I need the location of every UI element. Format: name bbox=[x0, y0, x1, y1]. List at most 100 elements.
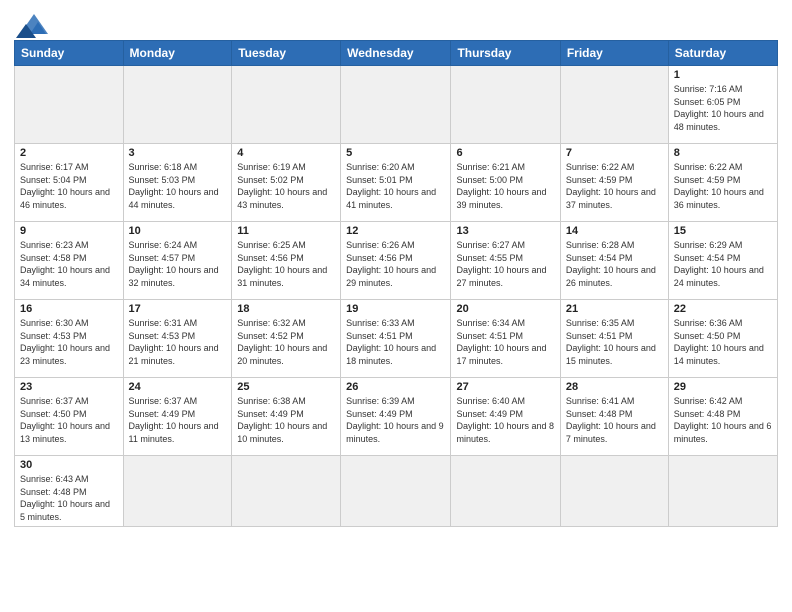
calendar-cell: 23 Sunrise: 6:37 AM Sunset: 4:50 PM Dayli… bbox=[15, 378, 124, 456]
day-info: Sunrise: 6:43 AM Sunset: 4:48 PM Dayligh… bbox=[20, 473, 118, 523]
day-number: 19 bbox=[346, 303, 445, 315]
day-info: Sunrise: 6:22 AM Sunset: 4:59 PM Dayligh… bbox=[566, 161, 663, 211]
calendar-cell bbox=[341, 66, 451, 144]
day-number: 24 bbox=[129, 381, 227, 393]
logo-icon bbox=[16, 10, 52, 38]
calendar-cell bbox=[560, 456, 668, 527]
calendar-cell: 5Sunrise: 6:20 AM Sunset: 5:01 PM Daylig… bbox=[341, 144, 451, 222]
day-info: Sunrise: 6:31 AM Sunset: 4:53 PM Dayligh… bbox=[129, 317, 227, 367]
weekday-header-monday: Monday bbox=[123, 41, 232, 66]
day-number: 9 bbox=[20, 225, 118, 237]
calendar-week-row: 2Sunrise: 6:17 AM Sunset: 5:04 PM Daylig… bbox=[15, 144, 778, 222]
day-number: 3 bbox=[129, 147, 227, 159]
calendar-week-row: 9 Sunrise: 6:23 AM Sunset: 4:58 PM Daylig… bbox=[15, 222, 778, 300]
day-number: 12 bbox=[346, 225, 445, 237]
calendar-cell bbox=[232, 66, 341, 144]
day-number: 1 bbox=[674, 69, 772, 81]
calendar-cell: 8 Sunrise: 6:22 AM Sunset: 4:59 PM Daylig… bbox=[668, 144, 777, 222]
calendar-cell: 29Sunrise: 6:42 AM Sunset: 4:48 PM Dayli… bbox=[668, 378, 777, 456]
day-number: 21 bbox=[566, 303, 663, 315]
day-number: 8 bbox=[674, 147, 772, 159]
calendar-cell: 9 Sunrise: 6:23 AM Sunset: 4:58 PM Daylig… bbox=[15, 222, 124, 300]
calendar-cell: 13 Sunrise: 6:27 AM Sunset: 4:55 PM Dayli… bbox=[451, 222, 560, 300]
day-number: 22 bbox=[674, 303, 772, 315]
weekday-header-tuesday: Tuesday bbox=[232, 41, 341, 66]
calendar-cell bbox=[668, 456, 777, 527]
day-number: 29 bbox=[674, 381, 772, 393]
day-number: 26 bbox=[346, 381, 445, 393]
day-info: Sunrise: 6:37 AM Sunset: 4:49 PM Dayligh… bbox=[129, 395, 227, 445]
day-info: Sunrise: 6:37 AM Sunset: 4:50 PM Dayligh… bbox=[20, 395, 118, 445]
weekday-header-thursday: Thursday bbox=[451, 41, 560, 66]
weekday-header-wednesday: Wednesday bbox=[341, 41, 451, 66]
day-info: Sunrise: 6:18 AM Sunset: 5:03 PM Dayligh… bbox=[129, 161, 227, 211]
calendar-table: SundayMondayTuesdayWednesdayThursdayFrid… bbox=[14, 40, 778, 527]
day-info: Sunrise: 6:39 AM Sunset: 4:49 PM Dayligh… bbox=[346, 395, 445, 445]
calendar-week-row: 30 Sunrise: 6:43 AM Sunset: 4:48 PM Dayli… bbox=[15, 456, 778, 527]
calendar-cell: 30 Sunrise: 6:43 AM Sunset: 4:48 PM Dayli… bbox=[15, 456, 124, 527]
calendar-cell: 3 Sunrise: 6:18 AM Sunset: 5:03 PM Daylig… bbox=[123, 144, 232, 222]
calendar-cell: 11 Sunrise: 6:25 AM Sunset: 4:56 PM Dayli… bbox=[232, 222, 341, 300]
day-number: 18 bbox=[237, 303, 335, 315]
day-info: Sunrise: 6:24 AM Sunset: 4:57 PM Dayligh… bbox=[129, 239, 227, 289]
day-info: Sunrise: 6:27 AM Sunset: 4:55 PM Dayligh… bbox=[456, 239, 554, 289]
day-number: 4 bbox=[237, 147, 335, 159]
day-info: Sunrise: 6:36 AM Sunset: 4:50 PM Dayligh… bbox=[674, 317, 772, 367]
weekday-header-sunday: Sunday bbox=[15, 41, 124, 66]
calendar-cell: 16Sunrise: 6:30 AM Sunset: 4:53 PM Dayli… bbox=[15, 300, 124, 378]
day-number: 6 bbox=[456, 147, 554, 159]
calendar-cell: 1 Sunrise: 7:16 AM Sunset: 6:05 PM Daylig… bbox=[668, 66, 777, 144]
calendar-cell: 27Sunrise: 6:40 AM Sunset: 4:49 PM Dayli… bbox=[451, 378, 560, 456]
day-info: Sunrise: 6:25 AM Sunset: 4:56 PM Dayligh… bbox=[237, 239, 335, 289]
calendar-header-row: SundayMondayTuesdayWednesdayThursdayFrid… bbox=[15, 41, 778, 66]
day-info: Sunrise: 6:28 AM Sunset: 4:54 PM Dayligh… bbox=[566, 239, 663, 289]
day-number: 14 bbox=[566, 225, 663, 237]
day-number: 17 bbox=[129, 303, 227, 315]
day-number: 15 bbox=[674, 225, 772, 237]
calendar-cell: 18 Sunrise: 6:32 AM Sunset: 4:52 PM Dayli… bbox=[232, 300, 341, 378]
day-info: Sunrise: 6:34 AM Sunset: 4:51 PM Dayligh… bbox=[456, 317, 554, 367]
calendar-cell bbox=[341, 456, 451, 527]
logo bbox=[14, 10, 52, 34]
day-info: Sunrise: 6:38 AM Sunset: 4:49 PM Dayligh… bbox=[237, 395, 335, 445]
day-number: 13 bbox=[456, 225, 554, 237]
day-number: 28 bbox=[566, 381, 663, 393]
day-info: Sunrise: 6:21 AM Sunset: 5:00 PM Dayligh… bbox=[456, 161, 554, 211]
day-number: 23 bbox=[20, 381, 118, 393]
day-number: 11 bbox=[237, 225, 335, 237]
day-info: Sunrise: 6:35 AM Sunset: 4:51 PM Dayligh… bbox=[566, 317, 663, 367]
day-info: Sunrise: 7:16 AM Sunset: 6:05 PM Dayligh… bbox=[674, 83, 772, 133]
calendar-cell: 28 Sunrise: 6:41 AM Sunset: 4:48 PM Dayli… bbox=[560, 378, 668, 456]
day-number: 16 bbox=[20, 303, 118, 315]
day-info: Sunrise: 6:22 AM Sunset: 4:59 PM Dayligh… bbox=[674, 161, 772, 211]
calendar-cell bbox=[451, 456, 560, 527]
calendar-cell: 2Sunrise: 6:17 AM Sunset: 5:04 PM Daylig… bbox=[15, 144, 124, 222]
calendar-cell bbox=[123, 456, 232, 527]
calendar-cell bbox=[560, 66, 668, 144]
day-number: 7 bbox=[566, 147, 663, 159]
calendar-cell: 21 Sunrise: 6:35 AM Sunset: 4:51 PM Dayli… bbox=[560, 300, 668, 378]
calendar-cell: 17 Sunrise: 6:31 AM Sunset: 4:53 PM Dayli… bbox=[123, 300, 232, 378]
calendar-cell: 14 Sunrise: 6:28 AM Sunset: 4:54 PM Dayli… bbox=[560, 222, 668, 300]
calendar-cell: 22 Sunrise: 6:36 AM Sunset: 4:50 PM Dayli… bbox=[668, 300, 777, 378]
calendar-cell bbox=[232, 456, 341, 527]
calendar-cell bbox=[123, 66, 232, 144]
day-info: Sunrise: 6:33 AM Sunset: 4:51 PM Dayligh… bbox=[346, 317, 445, 367]
day-number: 2 bbox=[20, 147, 118, 159]
calendar-cell: 4 Sunrise: 6:19 AM Sunset: 5:02 PM Daylig… bbox=[232, 144, 341, 222]
calendar-cell: 12 Sunrise: 6:26 AM Sunset: 4:56 PM Dayli… bbox=[341, 222, 451, 300]
day-number: 30 bbox=[20, 459, 118, 471]
day-info: Sunrise: 6:32 AM Sunset: 4:52 PM Dayligh… bbox=[237, 317, 335, 367]
day-info: Sunrise: 6:20 AM Sunset: 5:01 PM Dayligh… bbox=[346, 161, 445, 211]
day-info: Sunrise: 6:26 AM Sunset: 4:56 PM Dayligh… bbox=[346, 239, 445, 289]
calendar-cell: 24 Sunrise: 6:37 AM Sunset: 4:49 PM Dayli… bbox=[123, 378, 232, 456]
day-info: Sunrise: 6:23 AM Sunset: 4:58 PM Dayligh… bbox=[20, 239, 118, 289]
calendar-week-row: 16Sunrise: 6:30 AM Sunset: 4:53 PM Dayli… bbox=[15, 300, 778, 378]
calendar-cell bbox=[451, 66, 560, 144]
day-number: 10 bbox=[129, 225, 227, 237]
day-info: Sunrise: 6:41 AM Sunset: 4:48 PM Dayligh… bbox=[566, 395, 663, 445]
calendar-week-row: 23 Sunrise: 6:37 AM Sunset: 4:50 PM Dayli… bbox=[15, 378, 778, 456]
day-number: 20 bbox=[456, 303, 554, 315]
calendar-cell: 19 Sunrise: 6:33 AM Sunset: 4:51 PM Dayli… bbox=[341, 300, 451, 378]
day-info: Sunrise: 6:19 AM Sunset: 5:02 PM Dayligh… bbox=[237, 161, 335, 211]
